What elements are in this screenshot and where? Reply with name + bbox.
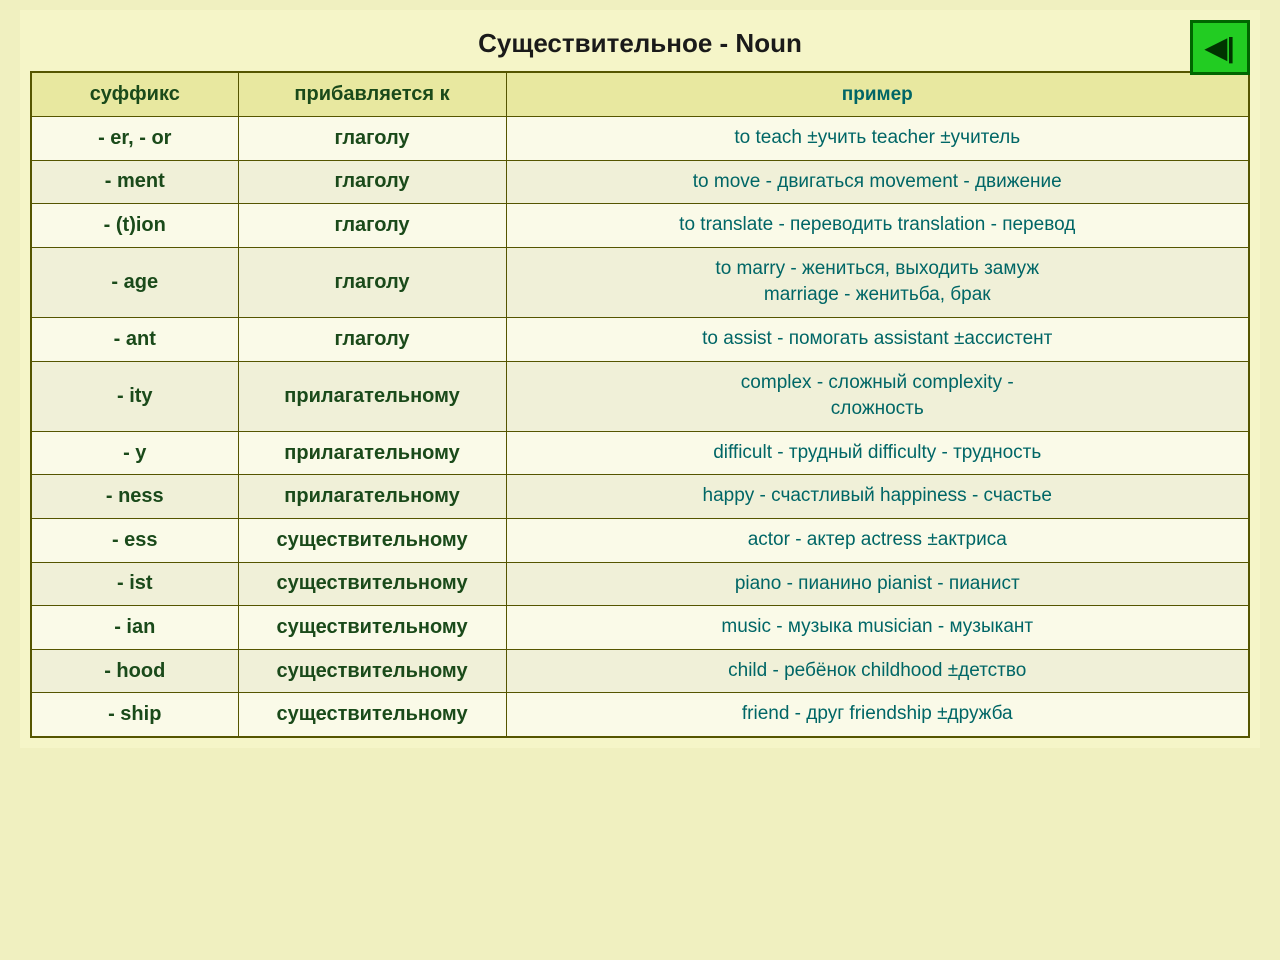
- suffix-cell: - ist: [31, 562, 238, 606]
- added-to-cell: прилагательному: [238, 431, 506, 475]
- added-to-cell: существительному: [238, 693, 506, 737]
- table-row: - ityприлагательномуcomplex - сложный co…: [31, 361, 1249, 431]
- example-line: marriage - женитьба, брак: [517, 282, 1239, 309]
- table-row: - (t)ionглаголу to translate - переводить…: [31, 204, 1249, 248]
- suffix-cell: - ity: [31, 361, 238, 431]
- table-row: - ianсуществительному music - музыка musi…: [31, 606, 1249, 650]
- added-to-cell: глаголу: [238, 247, 506, 317]
- header-example: пример: [506, 72, 1249, 117]
- table-row: - er, - orглаголу to teach ±учить teacher…: [31, 117, 1249, 161]
- header-suffix: суффикс: [31, 72, 238, 117]
- header-added-to: прибавляется к: [238, 72, 506, 117]
- suffix-cell: - ment: [31, 160, 238, 204]
- table-row: - istсуществительному piano - пианино pia…: [31, 562, 1249, 606]
- example-line: happy - счастливый happiness - счастье: [517, 483, 1239, 510]
- added-to-cell: прилагательному: [238, 475, 506, 519]
- added-to-cell: глаголу: [238, 317, 506, 361]
- example-cell: difficult - трудный difficulty - труднос…: [506, 431, 1249, 475]
- suffix-cell: - er, - or: [31, 117, 238, 161]
- suffix-cell: - age: [31, 247, 238, 317]
- example-line: to translate - переводить translation - …: [517, 212, 1239, 239]
- example-line: to assist - помогать assistant ±ассистен…: [517, 326, 1239, 353]
- table-row: - hoodсуществительному child - ребёнок ch…: [31, 649, 1249, 693]
- nav-back-icon: ◀|: [1205, 31, 1234, 64]
- example-line: difficult - трудный difficulty - труднос…: [517, 440, 1239, 467]
- example-line: friend - друг friendship ±дружба: [517, 701, 1239, 728]
- added-to-cell: существительному: [238, 649, 506, 693]
- example-line: сложность: [517, 396, 1239, 423]
- example-line: child - ребёнок childhood ±детство: [517, 658, 1239, 685]
- example-cell: to teach ±учить teacher ±учитель: [506, 117, 1249, 161]
- added-to-cell: глаголу: [238, 160, 506, 204]
- suffix-cell: - (t)ion: [31, 204, 238, 248]
- noun-suffixes-table: суффикс прибавляется к пример - er, - or…: [30, 71, 1250, 738]
- suffix-cell: - ness: [31, 475, 238, 519]
- suffix-cell: - ant: [31, 317, 238, 361]
- table-row: - essсуществительному actor - актер actre…: [31, 518, 1249, 562]
- example-cell: actor - актер actress ±актриса: [506, 518, 1249, 562]
- table-row: - ageглаголуto marry - жениться, выходит…: [31, 247, 1249, 317]
- page-container: Существительное - Noun ◀| суффикс прибав…: [20, 10, 1260, 748]
- added-to-cell: существительному: [238, 518, 506, 562]
- example-line: complex - сложный complexity -: [517, 370, 1239, 397]
- suffix-cell: - ess: [31, 518, 238, 562]
- suffix-cell: - ship: [31, 693, 238, 737]
- table-row: - mentглаголу to move - двигаться movemen…: [31, 160, 1249, 204]
- example-cell: piano - пианино pianist - пианист: [506, 562, 1249, 606]
- title-row: Существительное - Noun ◀|: [30, 20, 1250, 71]
- example-cell: to translate - переводить translation - …: [506, 204, 1249, 248]
- example-line: music - музыка musician - музыкант: [517, 614, 1239, 641]
- table-row: - antглаголу to assist - помогать assista…: [31, 317, 1249, 361]
- added-to-cell: существительному: [238, 562, 506, 606]
- nav-back-button[interactable]: ◀|: [1190, 20, 1250, 75]
- table-row: - shipсуществительному friend - друг frie…: [31, 693, 1249, 737]
- table-row: - nessприлагательному happy - счастливый …: [31, 475, 1249, 519]
- example-cell: to marry - жениться, выходить замужmarri…: [506, 247, 1249, 317]
- example-line: piano - пианино pianist - пианист: [517, 571, 1239, 598]
- example-line: actor - актер actress ±актриса: [517, 527, 1239, 554]
- table-row: - yприлагательному difficult - трудный di…: [31, 431, 1249, 475]
- example-cell: to move - двигаться movement - движение: [506, 160, 1249, 204]
- example-cell: music - музыка musician - музыкант: [506, 606, 1249, 650]
- example-cell: complex - сложный complexity -сложность: [506, 361, 1249, 431]
- example-line: to move - двигаться movement - движение: [517, 169, 1239, 196]
- suffix-cell: - y: [31, 431, 238, 475]
- example-cell: child - ребёнок childhood ±детство: [506, 649, 1249, 693]
- suffix-cell: - ian: [31, 606, 238, 650]
- example-line: to marry - жениться, выходить замуж: [517, 256, 1239, 283]
- table-header-row: суффикс прибавляется к пример: [31, 72, 1249, 117]
- added-to-cell: прилагательному: [238, 361, 506, 431]
- example-cell: to assist - помогать assistant ±ассистен…: [506, 317, 1249, 361]
- added-to-cell: глаголу: [238, 117, 506, 161]
- example-cell: friend - друг friendship ±дружба: [506, 693, 1249, 737]
- example-cell: happy - счастливый happiness - счастье: [506, 475, 1249, 519]
- example-line: to teach ±учить teacher ±учитель: [517, 125, 1239, 152]
- added-to-cell: глаголу: [238, 204, 506, 248]
- added-to-cell: существительному: [238, 606, 506, 650]
- page-title: Существительное - Noun: [478, 28, 802, 59]
- suffix-cell: - hood: [31, 649, 238, 693]
